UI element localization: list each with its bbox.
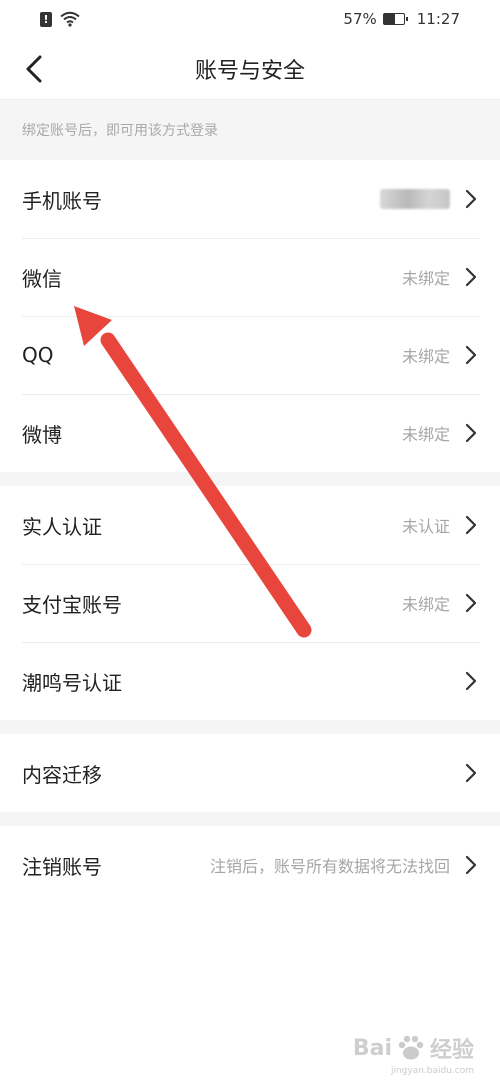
row-label: 实人认证	[22, 514, 102, 539]
row-value: 未绑定	[401, 425, 450, 444]
deactivate-group: 注销账号 注销后，账号所有数据将无法找回	[0, 826, 500, 904]
battery-icon	[382, 13, 408, 25]
row-value: 未绑定	[401, 347, 450, 366]
section-gap	[0, 812, 500, 826]
row-label: 手机账号	[22, 188, 102, 213]
row-value: 未绑定	[401, 269, 450, 288]
hint-band: 绑定账号后，即可用该方式登录	[0, 100, 500, 160]
watermark-text: Bai	[352, 1035, 392, 1061]
status-time: 11:27	[416, 10, 460, 28]
row-chaoming-verification[interactable]: 潮鸣号认证	[0, 642, 500, 720]
hint-text: 绑定账号后，即可用该方式登录	[22, 123, 218, 139]
status-bar: ! 57% 11:27	[0, 0, 500, 38]
row-label: 潮鸣号认证	[22, 670, 122, 695]
migration-group: 内容迁移	[0, 734, 500, 812]
chevron-right-icon	[465, 189, 477, 209]
row-label: 内容迁移	[22, 762, 102, 787]
phone-number-blurred	[380, 189, 450, 209]
account-binding-group: 手机账号 微信 未绑定 QQ 未绑定 微博 未绑定	[0, 160, 500, 472]
row-content-migration[interactable]: 内容迁移	[0, 734, 500, 812]
chevron-right-icon	[465, 345, 477, 365]
battery-percent: 57%	[343, 10, 377, 28]
wifi-icon	[60, 11, 80, 27]
row-alipay-account[interactable]: 支付宝账号 未绑定	[0, 564, 500, 642]
row-real-name-verification[interactable]: 实人认证 未认证	[0, 486, 500, 564]
chevron-right-icon	[465, 515, 477, 535]
page-title: 账号与安全	[194, 58, 305, 84]
status-left: !	[40, 11, 80, 27]
header: 账号与安全	[0, 38, 500, 100]
watermark-url: jingyan.baidu.com	[390, 1066, 474, 1076]
section-gap	[0, 720, 500, 734]
chevron-right-icon	[465, 267, 477, 287]
row-label: 微博	[22, 422, 62, 447]
alert-icon: !	[40, 11, 52, 27]
watermark-text-2: 经验	[429, 1038, 474, 1063]
row-label: 支付宝账号	[22, 592, 122, 617]
row-wechat[interactable]: 微信 未绑定	[0, 238, 500, 316]
chevron-left-icon[interactable]	[20, 52, 50, 86]
row-deactivate-account[interactable]: 注销账号 注销后，账号所有数据将无法找回	[0, 826, 500, 904]
chevron-right-icon	[465, 671, 477, 691]
baidu-jingyan-watermark: Bai 经验 jingyan.baidu.com	[352, 1032, 474, 1077]
row-label: 微信	[22, 266, 62, 291]
battery-fill	[383, 14, 396, 24]
chevron-right-icon	[465, 763, 477, 783]
row-qq[interactable]: QQ 未绑定	[0, 316, 500, 394]
section-gap	[0, 472, 500, 486]
chevron-right-icon	[465, 855, 477, 875]
chevron-right-icon	[465, 423, 477, 443]
chevron-right-icon	[465, 593, 477, 613]
row-value: 未绑定	[401, 595, 450, 614]
status-right: 57% 11:27	[343, 10, 460, 28]
verification-group: 实人认证 未认证 支付宝账号 未绑定 潮鸣号认证	[0, 486, 500, 720]
row-value: 未认证	[401, 517, 450, 536]
row-label: 注销账号	[22, 854, 102, 879]
screen: ! 57% 11:27 账号与安全 绑定账号后，即可用该方式登录 手机账号 微信…	[0, 0, 500, 1084]
paw-icon	[398, 1035, 424, 1060]
row-label: QQ	[22, 343, 54, 367]
row-value: 注销后，账号所有数据将无法找回	[209, 857, 450, 876]
row-phone-account[interactable]: 手机账号	[0, 160, 500, 238]
row-weibo[interactable]: 微博 未绑定	[0, 394, 500, 472]
